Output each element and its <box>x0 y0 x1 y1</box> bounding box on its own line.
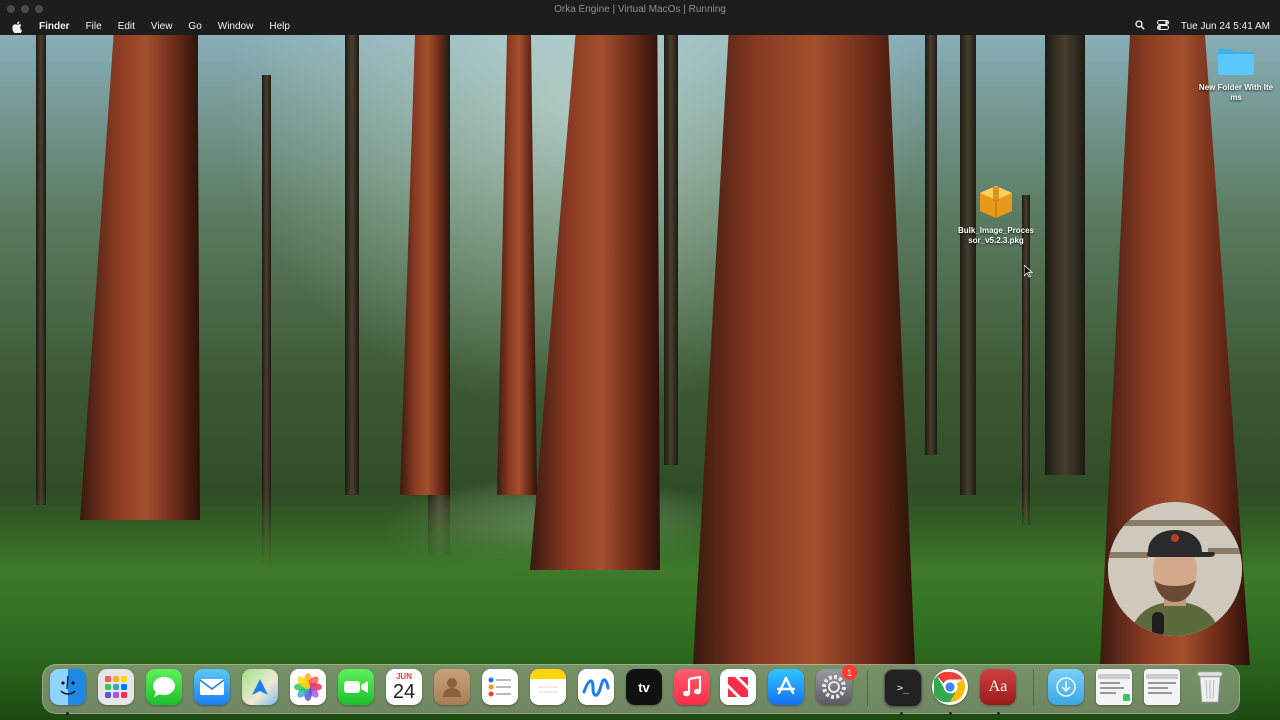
map-arrow-icon <box>252 679 268 695</box>
zoom-button[interactable] <box>35 5 43 13</box>
music-note-icon <box>683 676 702 697</box>
webcam-overlay <box>1108 502 1242 636</box>
menu-finder[interactable]: Finder <box>35 21 78 32</box>
desktop-icon-pkg[interactable]: Bulk_Image_Processor_v5.2.3.pkg <box>956 184 1036 246</box>
window-title: Orka Engine | Virtual MacOs | Running <box>554 3 726 15</box>
dock-mail[interactable] <box>194 669 230 705</box>
window-titlebar: Orka Engine | Virtual MacOs | Running <box>0 0 1280 18</box>
menu-view[interactable]: View <box>143 21 181 32</box>
window-thumbnail-icon <box>1098 674 1130 701</box>
photos-flower-icon <box>294 673 322 701</box>
speech-bubble-icon <box>153 677 175 697</box>
envelope-icon <box>199 679 225 695</box>
calendar-day: 24 <box>392 680 416 703</box>
checklist-icon <box>488 677 511 697</box>
close-button[interactable] <box>7 5 15 13</box>
download-arrow-icon <box>1056 677 1076 697</box>
menu-file[interactable]: File <box>78 21 110 32</box>
dictionary-label: Aa <box>988 678 1008 695</box>
desktop-wallpaper[interactable] <box>0 35 1280 720</box>
freeform-squiggle-icon <box>582 678 610 697</box>
dock-running-indicator <box>949 712 952 715</box>
dock-messages[interactable] <box>146 669 182 705</box>
tree-trunk <box>1045 35 1085 475</box>
tree-trunk <box>960 35 976 495</box>
sequoia-trunk <box>80 35 200 520</box>
package-icon <box>977 184 1015 222</box>
dock-notes[interactable] <box>530 669 566 705</box>
sequoia-trunk <box>497 35 537 495</box>
dock-tv[interactable]: tv <box>626 669 662 705</box>
dock-contacts[interactable] <box>434 669 470 705</box>
launchpad-grid-icon <box>105 676 127 698</box>
menubar-clock[interactable]: Tue Jun 24 5:41 AM <box>1181 21 1270 32</box>
control-center-icon[interactable] <box>1156 20 1169 33</box>
dock-app-store[interactable] <box>768 669 804 705</box>
dock-launchpad[interactable] <box>98 669 134 705</box>
folder-icon <box>1216 45 1256 79</box>
presenter-avatar <box>1108 502 1242 636</box>
dock-facetime[interactable] <box>338 669 374 705</box>
dock-music[interactable] <box>674 669 710 705</box>
dock-chrome[interactable] <box>932 669 968 705</box>
dock-freeform[interactable] <box>578 669 614 705</box>
desktop-icon-new-folder[interactable]: New Folder With Items <box>1196 45 1276 103</box>
desktop-icon-label: Bulk_Image_Processor_v5.2.3.pkg <box>957 226 1035 245</box>
trash-icon <box>1197 671 1223 703</box>
notification-badge: 1 <box>842 665 857 680</box>
tree-trunk <box>925 35 937 455</box>
dock-running-indicator <box>997 712 1000 715</box>
mouse-cursor-icon <box>1023 264 1034 283</box>
tree-trunk <box>664 35 678 465</box>
news-icon <box>728 677 748 697</box>
dock-finder[interactable] <box>50 669 86 705</box>
calendar-month: JUN <box>395 671 412 681</box>
tv-label: tv <box>638 679 650 695</box>
dock-separator <box>867 670 868 706</box>
dock-news[interactable] <box>720 669 756 705</box>
dock-running-indicator <box>900 712 903 715</box>
menu-go[interactable]: Go <box>180 21 209 32</box>
contacts-person-icon <box>443 678 461 697</box>
dock-separator <box>1033 670 1034 706</box>
chrome-icon <box>934 671 966 703</box>
tree-trunk <box>345 35 359 495</box>
window-thumbnail-icon <box>1146 674 1178 694</box>
sequoia-trunk <box>400 35 450 495</box>
dock-maps[interactable] <box>242 669 278 705</box>
finder-face-icon <box>60 675 76 695</box>
menu-bar: Finder File Edit View Go Window Help Tue… <box>0 18 1280 35</box>
apple-menu-icon[interactable] <box>12 20 25 33</box>
spotlight-search-icon[interactable] <box>1135 20 1145 33</box>
window-controls <box>7 5 43 13</box>
dock-calendar[interactable]: JUN 24 <box>386 669 422 705</box>
sequoia-trunk <box>530 35 660 570</box>
dock-photos[interactable] <box>290 669 326 705</box>
dock-downloads-folder[interactable] <box>1048 669 1084 705</box>
menu-edit[interactable]: Edit <box>110 21 143 32</box>
menubar-status: Tue Jun 24 5:41 AM <box>1135 18 1270 35</box>
menu-window[interactable]: Window <box>210 21 262 32</box>
dock-recent-window-1[interactable] <box>1096 669 1132 705</box>
app-store-a-icon <box>776 676 796 695</box>
terminal-prompt: >_ <box>896 682 910 694</box>
dock-reminders[interactable] <box>482 669 518 705</box>
desktop-icon-label: New Folder With Items <box>1198 83 1274 102</box>
dock-terminal[interactable]: >_ <box>884 669 922 707</box>
sequoia-trunk <box>693 35 915 665</box>
menu-help[interactable]: Help <box>261 21 298 32</box>
notes-lines-icon <box>538 686 558 693</box>
dock-dictionary[interactable]: Aa <box>980 669 1016 705</box>
video-camera-icon <box>344 681 368 693</box>
dock-running-indicator <box>66 712 69 715</box>
minimize-button[interactable] <box>21 5 29 13</box>
tree-trunk <box>36 35 46 505</box>
dock-recent-window-2[interactable] <box>1144 669 1180 705</box>
dock-trash[interactable] <box>1192 669 1228 705</box>
